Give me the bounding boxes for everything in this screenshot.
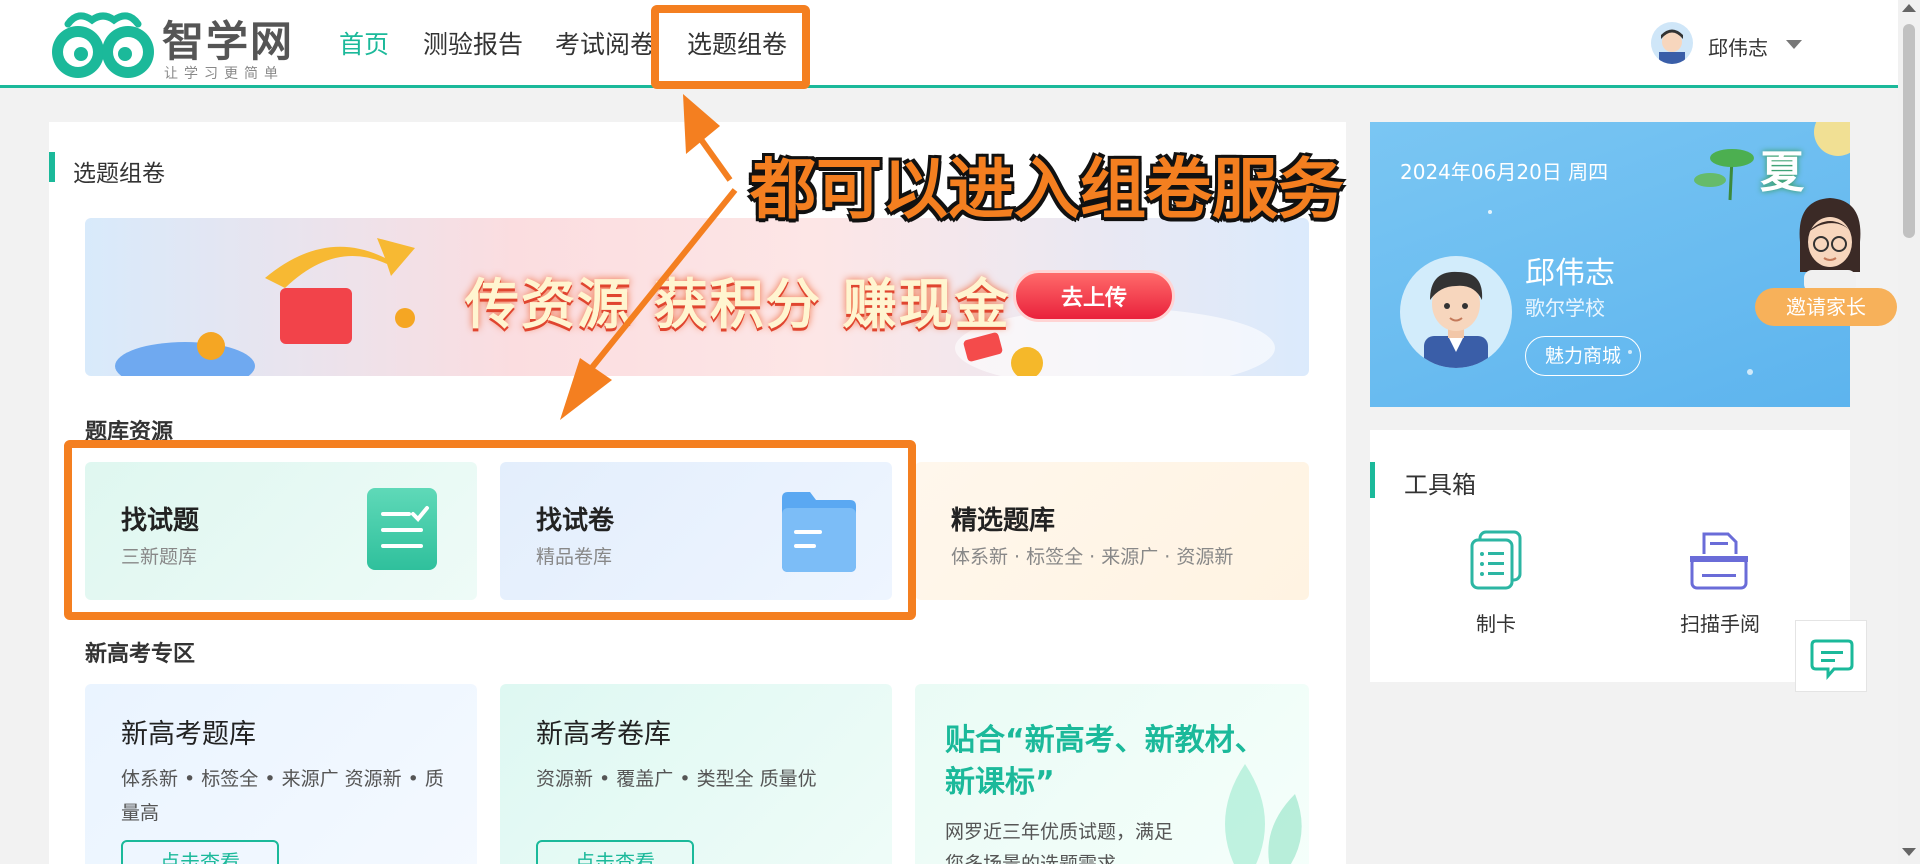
logo-owl-icon[interactable] <box>48 10 158 80</box>
nav-test-report[interactable]: 测验报告 <box>423 28 523 62</box>
nav-exam-marking[interactable]: 考试阅卷 <box>555 28 655 62</box>
view-button[interactable]: 点击查看 <box>536 840 694 864</box>
selected-bank-card[interactable]: 精选题库 体系新 · 标签全 · 来源广 · 资源新 <box>915 462 1309 600</box>
card-title: 新高考卷库 <box>536 719 671 750</box>
date-text: 2024年06月20日 周四 <box>1400 160 1609 184</box>
profile-name: 邱伟志 <box>1525 256 1615 291</box>
card-tags: 资源新 • 覆盖广 • 类型全 质量优 <box>536 768 817 790</box>
scrollbar-thumb[interactable] <box>1903 24 1915 238</box>
promo-title: 贴合“新高考、新教材、新课标” <box>945 723 1265 800</box>
chat-icon <box>1810 639 1854 681</box>
highlight-box-cards <box>64 440 916 620</box>
xingaokao-question-bank-card[interactable]: 新高考题库 体系新 • 标签全 • 来源广 资源新 • 质量高 点击查看 <box>85 684 477 864</box>
user-avatar[interactable] <box>1651 22 1693 64</box>
user-name[interactable]: 邱伟志 <box>1708 32 1768 61</box>
xingaokao-section-title: 新高考专区 <box>85 642 196 667</box>
profile-school: 歌尔学校 <box>1525 296 1605 320</box>
section-accent-bar <box>49 152 55 182</box>
card-icon[interactable] <box>1468 530 1524 592</box>
nav-home[interactable]: 首页 <box>339 28 389 62</box>
view-button[interactable]: 点击查看 <box>121 840 279 864</box>
card-title: 新高考题库 <box>121 719 256 750</box>
promo-description: 网罗近三年优质试题，满足您多场景的选题需求 <box>945 821 1174 864</box>
scroll-down-arrow-icon[interactable] <box>1902 848 1916 856</box>
toolbox-title: 工具箱 <box>1404 471 1476 499</box>
annotation-text: 都可以进入组卷服务 <box>750 151 1344 228</box>
card-title: 精选题库 <box>951 506 1056 536</box>
xingaokao-promo-card: 贴合“新高考、新教材、新课标” 网罗近三年优质试题，满足您多场景的选题需求 <box>915 684 1309 864</box>
season-badge: 夏 <box>1760 147 1804 198</box>
banner-headline: 传资源 获积分 赚现金 <box>465 273 1011 336</box>
card-tags: 体系新 • 标签全 • 来源广 资源新 • 质量高 <box>121 768 444 824</box>
logo-name[interactable]: 智学网 <box>162 8 294 69</box>
feedback-button[interactable] <box>1795 620 1867 692</box>
upload-banner[interactable]: 传资源 获积分 赚现金 去上传 <box>85 218 1309 376</box>
invite-mascot-icon[interactable] <box>1788 192 1872 292</box>
scan-icon[interactable] <box>1688 530 1750 592</box>
invite-parents-button[interactable]: 邀请家长 <box>1755 288 1897 326</box>
chevron-down-icon[interactable] <box>1786 40 1802 49</box>
toolbox-accent-bar <box>1370 462 1375 498</box>
tool-label-scan[interactable]: 扫描手阅 <box>1680 608 1760 637</box>
highlight-box-nav <box>651 5 810 89</box>
profile-avatar[interactable] <box>1400 256 1512 368</box>
scroll-up-arrow-icon[interactable] <box>1902 4 1916 12</box>
profile-card: 2024年06月20日 周四 夏 邱伟志 歌尔学校 魅力商城 <box>1370 122 1850 407</box>
xingaokao-paper-bank-card[interactable]: 新高考卷库 资源新 • 覆盖广 • 类型全 质量优 点击查看 <box>500 684 892 864</box>
card-subtitle: 体系新 · 标签全 · 来源广 · 资源新 <box>951 546 1234 568</box>
charm-shop-button[interactable]: 魅力商城 <box>1525 336 1641 376</box>
tool-label-card[interactable]: 制卡 <box>1476 608 1516 637</box>
logo-slogan: 让学习更简单 <box>164 66 284 82</box>
section-title: 选题组卷 <box>73 161 165 187</box>
upload-button[interactable]: 去上传 <box>1013 270 1175 322</box>
